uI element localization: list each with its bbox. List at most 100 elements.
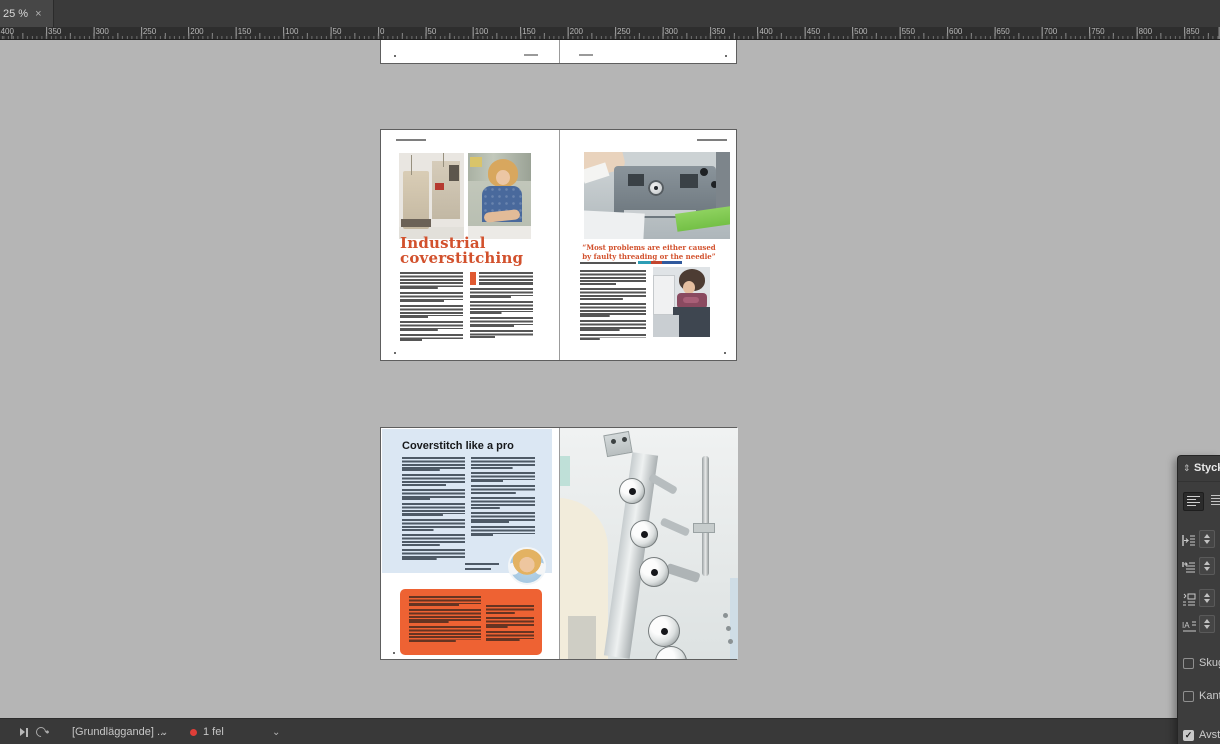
photo-shape [449,165,459,181]
avatar[interactable] [508,547,546,585]
ring-icon [34,725,48,739]
greeked-paragraph [486,617,534,628]
photo-shape [700,168,708,176]
next-page-icon[interactable] [20,719,28,744]
ruler-label: 650 [996,27,1009,37]
photo-shape [584,210,645,239]
greeked-paragraph [580,334,646,340]
tension-disc [655,646,687,659]
preflight-error-count[interactable]: 1 fel [203,719,224,744]
stepper-up-icon[interactable] [1204,593,1210,597]
checkbox-label: Kant [1199,690,1220,702]
stepper-down-icon[interactable] [1204,625,1210,629]
align-center-button[interactable] [1208,492,1220,511]
hyphenate-checkbox-row[interactable]: ✓ Avsta [1183,729,1220,741]
page-bottom-left[interactable]: Coverstitch like a pro [381,428,559,659]
shading-checkbox-row[interactable]: ✓ Skugg [1183,657,1220,669]
pull-quote[interactable]: “Most problems are either caused by faul… [570,243,728,261]
paragraph-panel-header[interactable]: ⇕ Stycke [1178,456,1220,482]
photo-shape [568,616,596,659]
ring-dot [45,730,49,734]
tension-disc [630,520,658,548]
paragraph-panel[interactable]: ⇕ Stycke [1177,455,1220,744]
orange-info-box[interactable] [400,589,542,655]
stepper-down-icon[interactable] [1204,599,1210,603]
spread-middle[interactable]: Industrial coverstitching [380,129,737,361]
greeked-paragraph [409,609,481,623]
photo-shape [728,639,733,644]
stepper-down-icon[interactable] [1204,567,1210,571]
photo-shape [401,219,431,227]
close-tab-icon[interactable]: × [35,8,41,20]
page-middle-left[interactable]: Industrial coverstitching [381,130,559,360]
stepper-up-icon[interactable] [1204,534,1210,538]
greeked-paragraph [402,489,465,500]
panel-dock-icon[interactable]: ⇕ [1183,463,1191,474]
paragraph-style-dropdown[interactable]: [Grundläggande] ... [72,719,166,744]
horizontal-ruler[interactable]: 4003503002502001501005005010015020025030… [0,27,1220,40]
checkbox-label: Skugg [1199,657,1220,669]
error-count-label: 1 fel [203,726,224,738]
photo-seamstress-blue-top[interactable] [468,153,531,239]
checkbox[interactable]: ✓ [1183,658,1194,669]
checkbox[interactable]: ✓ [1183,691,1194,702]
stepper-down-icon[interactable] [1204,540,1210,544]
first-line-indent-stepper[interactable] [1199,557,1215,575]
page-seam [559,40,560,63]
photo-seamstress-scarf[interactable] [653,267,710,337]
text-column[interactable] [471,457,535,539]
stepper-up-icon[interactable] [1204,619,1210,623]
page-bottom-right[interactable] [560,428,738,659]
greeked-paragraph [471,485,535,494]
checkbox-label: Avsta [1199,729,1220,741]
greeked-paragraph [409,626,481,642]
tension-disc [619,478,645,504]
drop-cap-lines-icon: IA [1182,619,1196,632]
feature-headline[interactable]: Industrial coverstitching [400,236,523,266]
style-dropdown-chevron[interactable]: ⌄ [160,719,168,744]
greeked-paragraph [580,270,646,285]
photo-shape [665,563,700,583]
ruler-label: 550 [902,27,915,37]
drop-cap-lines-stepper[interactable] [1199,615,1215,633]
text-column[interactable] [580,270,646,343]
preflight-status[interactable] [190,719,197,744]
document-tab[interactable]: 25 % × [0,0,54,27]
ruler-label: 350 [712,27,725,37]
text-column[interactable] [402,457,465,563]
photo-shape [653,275,675,315]
page-middle-right[interactable]: “Most problems are either caused by faul… [560,130,738,360]
text-column[interactable] [479,272,533,288]
running-head-rule [697,139,727,141]
border-checkbox-row[interactable]: ✓ Kant [1183,690,1220,702]
photo-shape [653,315,679,337]
checkbox[interactable]: ✓ [1183,730,1194,741]
disc-center [629,488,636,495]
photo-industrial-machines[interactable] [399,153,464,239]
document-canvas[interactable]: Industrial coverstitching [0,40,1220,718]
greeked-paragraph [402,549,465,560]
photo-shape [443,153,444,167]
greeked-paragraph [409,596,481,606]
greeked-paragraph [471,497,535,509]
text-column[interactable] [470,288,533,341]
text-column[interactable] [400,272,463,344]
spread-bottom[interactable]: Coverstitch like a pro [380,427,737,660]
photo-shape [622,437,627,442]
spread-top[interactable] [380,40,737,64]
ruler-label: 400 [759,27,772,37]
space-before-stepper[interactable] [1199,589,1215,607]
photo-machine-closeup[interactable] [584,152,730,239]
stepper-up-icon[interactable] [1204,561,1210,565]
indent-left-stepper[interactable] [1199,530,1215,548]
status-circle-icon[interactable] [36,719,46,744]
tips-headline[interactable]: Coverstitch like a pro [402,440,514,452]
align-left-button[interactable] [1183,492,1204,511]
photo-shape [726,626,731,631]
greeked-paragraph [400,334,463,341]
photo-tension-dials[interactable] [560,428,738,659]
arrow-right-icon [20,728,25,736]
preflight-dropdown-chevron[interactable]: ⌄ [272,719,280,744]
ruler-label: 400 [1,27,14,37]
ruler-label: 750 [1091,27,1104,37]
